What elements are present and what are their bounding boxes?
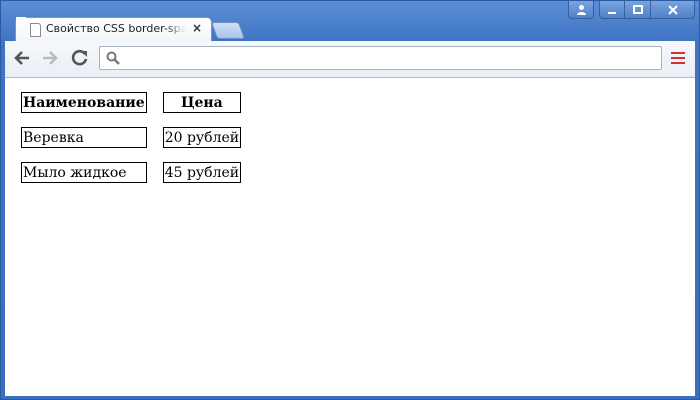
address-input[interactable]: [124, 49, 658, 69]
menu-bar-3: [671, 62, 685, 64]
cell-name: Веревка: [21, 127, 147, 148]
address-bar[interactable]: [99, 46, 662, 70]
user-icon-glyph: [576, 5, 586, 15]
tab-active[interactable]: Свойство CSS border-spacing ×: [15, 17, 212, 42]
forward-arrow-icon[interactable]: [39, 49, 61, 69]
table-row: Мыло жидкое 45 рублей: [21, 162, 242, 183]
header-name: Наименование: [21, 92, 147, 113]
cell-name: Мыло жидкое: [21, 162, 147, 183]
reload-glyph: [71, 49, 88, 66]
header-price: Цена: [162, 92, 242, 113]
back-arrow-icon[interactable]: [11, 49, 33, 69]
minimize-icon[interactable]: [599, 1, 625, 19]
tab-strip: Свойство CSS border-spacing ×: [1, 1, 699, 42]
new-tab-button[interactable]: [210, 22, 246, 39]
cell-price: 20 рублей: [162, 127, 242, 148]
tab-title: Свойство CSS border-spacing: [46, 22, 186, 35]
cell-price: 45 рублей: [162, 162, 242, 183]
table-row: Веревка 20 рублей: [21, 127, 242, 148]
menu-bar-1: [671, 52, 685, 54]
reload-icon[interactable]: [69, 49, 91, 69]
search-icon: [106, 51, 120, 65]
window-controls: [568, 1, 695, 19]
user-icon[interactable]: [568, 1, 594, 19]
page-icon: [30, 23, 41, 37]
maximize-icon[interactable]: [625, 1, 651, 19]
table-header-row: Наименование Цена: [21, 92, 242, 113]
minimize-glyph: [608, 11, 616, 14]
back-arrow-glyph: [14, 51, 29, 65]
toolbar: [5, 41, 695, 78]
menu-bar-2: [671, 57, 685, 59]
close-icon[interactable]: ×: [190, 20, 204, 36]
page-content: Наименование Цена Веревка 20 рублей Мыло…: [5, 78, 695, 396]
maximize-glyph: [632, 4, 643, 14]
menu-icon[interactable]: [671, 52, 685, 66]
window-close-glyph: [667, 4, 678, 15]
browser-window: Свойство CSS border-spacing × Наименован…: [0, 0, 700, 400]
forward-arrow-glyph: [43, 51, 58, 65]
price-table: Наименование Цена Веревка 20 рублей Мыло…: [5, 78, 257, 197]
window-close-icon[interactable]: [651, 1, 695, 19]
